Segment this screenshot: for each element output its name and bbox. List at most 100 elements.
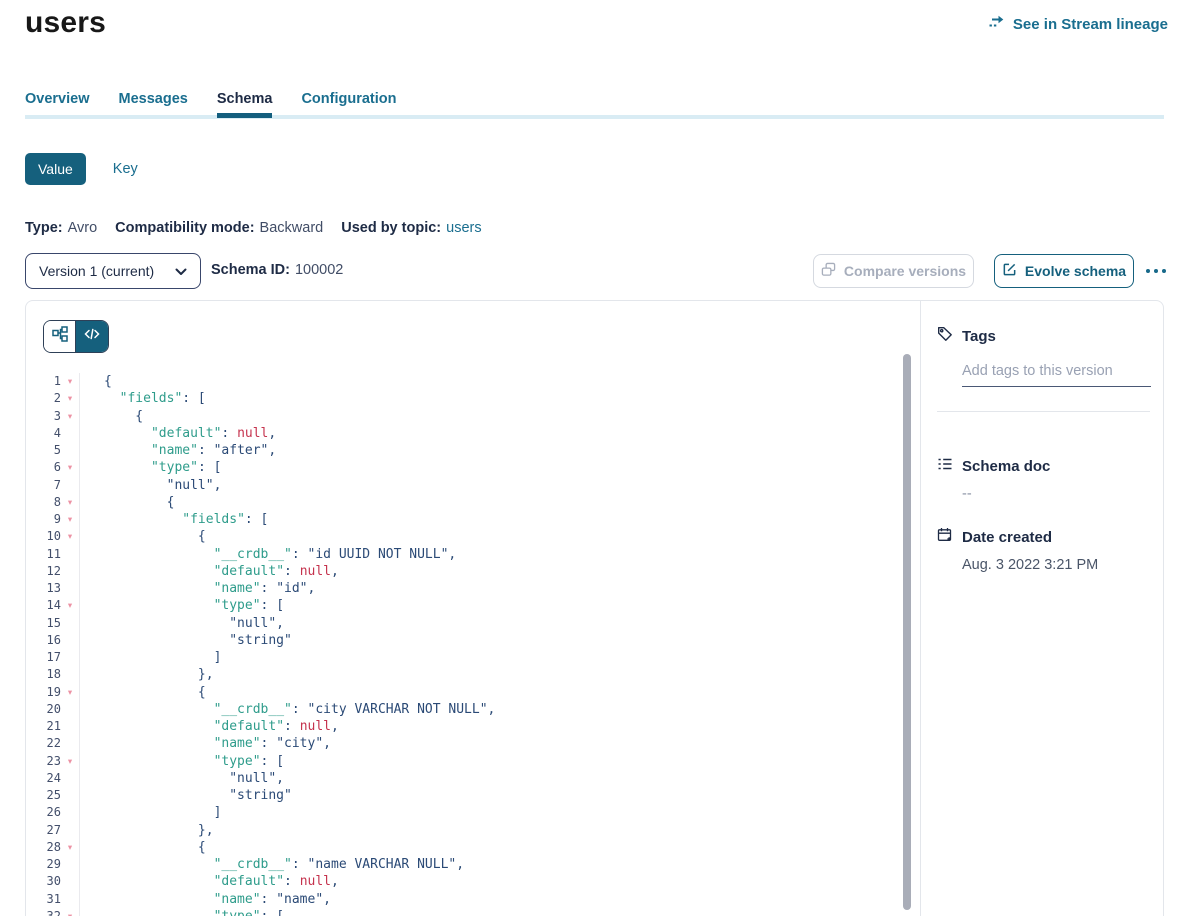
code-line: 12 "default": null, bbox=[26, 563, 920, 580]
fold-arrow-icon[interactable]: ▾ bbox=[61, 528, 79, 545]
gutter: 19▾ bbox=[26, 684, 80, 701]
gutter: 28▾ bbox=[26, 839, 80, 856]
compare-versions-icon bbox=[821, 262, 836, 280]
line-number: 6 bbox=[26, 459, 61, 476]
gutter: 17 bbox=[26, 649, 80, 666]
line-number: 16 bbox=[26, 632, 61, 649]
tab-messages[interactable]: Messages bbox=[119, 91, 188, 118]
fold-arrow-icon[interactable]: ▾ bbox=[61, 494, 79, 511]
code-text: "default": null, bbox=[80, 873, 339, 890]
fold-arrow-icon[interactable]: ▾ bbox=[61, 684, 79, 701]
code-line: 8▾ { bbox=[26, 494, 920, 511]
code-line: 23▾ "type": [ bbox=[26, 753, 920, 770]
line-number: 30 bbox=[26, 873, 61, 890]
more-options-button[interactable] bbox=[1146, 254, 1166, 288]
code-line: 4 "default": null, bbox=[26, 425, 920, 442]
code-line: 32▾ "type": [ bbox=[26, 908, 920, 916]
code-text: { bbox=[80, 839, 206, 856]
code-text: "string" bbox=[80, 787, 292, 804]
chevron-down-icon bbox=[175, 263, 187, 279]
line-number: 22 bbox=[26, 735, 61, 752]
tab-configuration[interactable]: Configuration bbox=[301, 91, 396, 118]
gutter: 9▾ bbox=[26, 511, 80, 528]
line-number: 10 bbox=[26, 528, 61, 545]
code-line: 5 "name": "after", bbox=[26, 442, 920, 459]
code-view-button[interactable] bbox=[76, 321, 108, 352]
code-line: 11 "__crdb__": "id UUID NOT NULL", bbox=[26, 546, 920, 563]
code-line: 27 }, bbox=[26, 822, 920, 839]
gutter: 20 bbox=[26, 701, 80, 718]
fold-arrow-icon[interactable]: ▾ bbox=[61, 597, 79, 614]
fold-arrow-icon[interactable]: ▾ bbox=[61, 390, 79, 407]
stream-lineage-link[interactable]: See in Stream lineage bbox=[989, 15, 1168, 34]
tree-view-button[interactable] bbox=[44, 321, 76, 352]
fold-arrow-icon[interactable]: ▾ bbox=[61, 408, 79, 425]
line-number: 18 bbox=[26, 666, 61, 683]
tab-schema[interactable]: Schema bbox=[217, 91, 273, 118]
date-created-section-header: Date created bbox=[937, 527, 1148, 547]
code-line: 3▾ { bbox=[26, 408, 920, 425]
code-line: 2▾ "fields": [ bbox=[26, 390, 920, 407]
compatibility-value: Backward bbox=[260, 220, 324, 236]
line-number: 4 bbox=[26, 425, 61, 442]
line-number: 21 bbox=[26, 718, 61, 735]
schema-page: users See in Stream lineage Overview Mess… bbox=[0, 0, 1189, 916]
code-text: ] bbox=[80, 649, 221, 666]
line-number: 2 bbox=[26, 390, 61, 407]
code-text: "null", bbox=[80, 770, 284, 787]
code-text: { bbox=[80, 528, 206, 545]
fold-arrow-icon[interactable]: ▾ bbox=[61, 459, 79, 476]
edit-icon bbox=[1002, 262, 1017, 280]
code-line: 30 "default": null, bbox=[26, 873, 920, 890]
line-number: 25 bbox=[26, 787, 61, 804]
tree-view-icon bbox=[52, 326, 68, 347]
line-number: 9 bbox=[26, 511, 61, 528]
gutter: 26 bbox=[26, 804, 80, 821]
schema-id-label: Schema ID: bbox=[211, 262, 290, 278]
line-number: 26 bbox=[26, 804, 61, 821]
line-number: 13 bbox=[26, 580, 61, 597]
gutter: 27 bbox=[26, 822, 80, 839]
code-text: "__crdb__": "id UUID NOT NULL", bbox=[80, 546, 456, 563]
gutter: 32▾ bbox=[26, 908, 80, 916]
gutter: 23▾ bbox=[26, 753, 80, 770]
line-number: 8 bbox=[26, 494, 61, 511]
gutter: 25 bbox=[26, 787, 80, 804]
fold-arrow-icon[interactable]: ▾ bbox=[61, 373, 79, 390]
code-text: "type": [ bbox=[80, 459, 221, 476]
line-number: 14 bbox=[26, 597, 61, 614]
gutter: 16 bbox=[26, 632, 80, 649]
version-select-value: Version 1 (current) bbox=[39, 263, 154, 279]
line-number: 12 bbox=[26, 563, 61, 580]
editor-scrollbar-thumb[interactable] bbox=[903, 354, 911, 910]
gutter: 11 bbox=[26, 546, 80, 563]
tab-overview[interactable]: Overview bbox=[25, 91, 90, 118]
gutter: 22 bbox=[26, 735, 80, 752]
tab-bar: Overview Messages Schema Configuration bbox=[25, 91, 397, 118]
fold-arrow-icon[interactable]: ▾ bbox=[61, 753, 79, 770]
tag-icon bbox=[937, 326, 953, 346]
tags-input[interactable] bbox=[962, 363, 1151, 387]
fold-arrow-icon[interactable]: ▾ bbox=[61, 908, 79, 916]
value-tab-button[interactable]: Value bbox=[25, 153, 86, 185]
line-number: 20 bbox=[26, 701, 61, 718]
gutter: 30 bbox=[26, 873, 80, 890]
code-text: "__crdb__": "name VARCHAR NULL", bbox=[80, 856, 464, 873]
gutter: 18 bbox=[26, 666, 80, 683]
gutter: 3▾ bbox=[26, 408, 80, 425]
key-tab-link[interactable]: Key bbox=[113, 161, 138, 177]
code-text: "type": [ bbox=[80, 908, 284, 916]
code-text: "default": null, bbox=[80, 425, 276, 442]
fold-arrow-icon[interactable]: ▾ bbox=[61, 839, 79, 856]
evolve-schema-button[interactable]: Evolve schema bbox=[994, 254, 1134, 288]
code-text: { bbox=[80, 408, 143, 425]
fold-arrow-icon[interactable]: ▾ bbox=[61, 511, 79, 528]
topic-link[interactable]: users bbox=[446, 220, 481, 236]
line-number: 5 bbox=[26, 442, 61, 459]
code-text: "__crdb__": "city VARCHAR NOT NULL", bbox=[80, 701, 495, 718]
compare-versions-button[interactable]: Compare versions bbox=[813, 254, 974, 288]
list-icon bbox=[937, 456, 953, 476]
gutter: 1▾ bbox=[26, 373, 80, 390]
version-select[interactable]: Version 1 (current) bbox=[25, 253, 201, 289]
code-line: 15 "null", bbox=[26, 615, 920, 632]
